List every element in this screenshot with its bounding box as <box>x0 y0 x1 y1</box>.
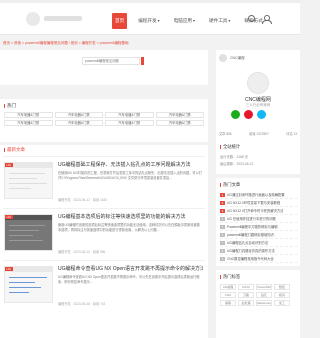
list-item[interactable]: 4 UG 在使用外挂进行中进行的问题 <box>220 215 298 223</box>
tag-chip[interactable]: 编程 <box>220 300 236 306</box>
tags-card: 热门标签 UG编程 NX12 PowerMill 数控 CNC 刀路 钻孔 模具… <box>216 270 300 338</box>
profile-card: CNC编程 CNC编程网 三人行必有我师 文章 856 阅读 1027857 评… <box>216 50 300 153</box>
weibo-icon[interactable] <box>244 110 253 119</box>
site-header: 首页 编程开发▾ 电脑应用▾ 硬件工具▾ 联系方式 <box>0 3 300 35</box>
logo-mark <box>26 12 40 26</box>
list-item[interactable]: 1 UG通过封闭环路进行画面以及精确配置 <box>220 191 298 199</box>
avatar[interactable] <box>247 72 269 94</box>
wechat-icon[interactable] <box>231 110 240 119</box>
article-meta: 编程开发 · 2023-06-10 · 阅读 986 <box>58 250 106 254</box>
search-icon[interactable] <box>248 15 256 23</box>
tag-chip[interactable]: 后处理 <box>238 300 254 306</box>
profile-stats: 文章 856 阅读 1027857 评论 13 <box>219 131 297 136</box>
nav-item-hardware[interactable]: 硬件工具▾ <box>206 13 233 29</box>
thumb-label: UG <box>5 163 13 167</box>
hot-tag[interactable]: 汽车电器&门禁 <box>105 112 154 118</box>
site-stats-card: 全站统计 运行天数：2168 天 最后更新：2023-06-12 <box>216 140 300 174</box>
site-logo[interactable] <box>26 11 86 27</box>
tag-chip[interactable]: PowerMill <box>256 284 272 290</box>
article-excerpt: 使用UG编程时设置的选项后标注等快速选项里的功能无法使用，这种情况可以先在模板中… <box>58 223 200 232</box>
nav-item-pc-apps[interactable]: 电脑应用▾ <box>171 13 198 29</box>
stat-line: 最后更新：2023-06-12 <box>220 162 254 166</box>
article-item[interactable]: UG UG编程命令查看UG NX Open语言开发跳不再提示命令的解决方法 UG… <box>3 260 205 310</box>
profile-name: CNC编程网 <box>245 97 271 103</box>
article-excerpt: 在使用NX UG时保存的工程，在重新打开后发现工序中的钻孔点缺失，出现无法插入点… <box>58 171 202 180</box>
latest-title: 最新文章 <box>4 147 25 153</box>
site-label: CNC编程 <box>230 55 245 60</box>
hot-tag[interactable]: 汽车电器&门禁 <box>155 120 204 126</box>
site-stats-title: 全站统计 <box>220 144 240 150</box>
hot-tag-grid: 汽车电器&门禁 汽车电器&门禁 汽车电器&门禁 汽车电器&门禁 汽车电器&门禁 … <box>4 112 204 126</box>
article-title[interactable]: UG编程基础工程保存、无法插入钻孔点的工序问题解决方法 <box>58 161 203 168</box>
tag-chip[interactable]: 加工 <box>274 300 290 306</box>
profile-subtitle: 三人行必有我师 <box>245 103 271 107</box>
latest-section: 最新文章 UG UG编程基础工程保存、无法插入钻孔点的工序问题解决方法 在使用N… <box>0 145 208 338</box>
search-input[interactable]: powermill编程常见问题 <box>82 57 140 65</box>
list-item[interactable]: 2 UG NX12.0环境变量下载与安装教程 <box>220 199 298 207</box>
tag-cloud: UG编程 NX12 PowerMill 数控 CNC 刀路 钻孔 模具 编程 后… <box>220 284 296 308</box>
article-title[interactable]: UG编程命令查看UG NX Open语言开发跳不再提示命令的解决方法 <box>58 265 203 272</box>
list-item[interactable]: 8 UG编程刀具路径仿真的操作方法 <box>220 247 298 255</box>
list-item[interactable]: 3 UG NX12.0打开命令时卡死的解决方法 <box>220 207 298 215</box>
tag-chip[interactable]: 数控 <box>274 284 290 290</box>
thumb-label: UG <box>5 215 13 219</box>
stat-views: 阅读 1027857 <box>249 132 269 136</box>
nav-item-programming[interactable]: 编程开发▾ <box>135 13 162 29</box>
hot-tag[interactable]: 汽车电器&门禁 <box>155 112 204 118</box>
search-panel: powermill编程常见问题 <box>0 50 208 85</box>
tag-chip[interactable]: 钻孔 <box>256 292 272 298</box>
stat-comments: 评论 13 <box>286 132 297 136</box>
hot-tag[interactable]: 汽车电器&门禁 <box>4 112 53 118</box>
list-item[interactable]: 6 powermill编程刀路修剪基础知识 <box>220 231 298 239</box>
article-thumbnail[interactable]: UG <box>4 214 53 251</box>
tags-title: 热门标签 <box>220 274 240 280</box>
hot-section: 热门 汽车电器&门禁 汽车电器&门禁 汽车电器&门禁 汽车电器&门禁 汽车电器&… <box>0 99 208 142</box>
tag-chip[interactable]: CNC <box>220 292 236 298</box>
chevron-down-icon: ▾ <box>193 18 196 23</box>
article-item[interactable]: UG UG编程基本选项后的标注等快速选项里的功能的解决方法 使用UG编程时设置的… <box>3 208 205 258</box>
user-icon[interactable] <box>262 15 272 24</box>
article-meta: 编程开发 · 2023-06-12 · 阅读 1526 <box>58 198 108 202</box>
chevron-down-icon: ▾ <box>228 18 231 23</box>
article-thumbnail[interactable]: UG <box>4 266 53 303</box>
breadcrumb-path: > 其他 > powermill编程编程常见问题 / 首页 > 编程开发 > p… <box>10 41 129 45</box>
article-item[interactable]: UG UG编程基础工程保存、无法插入钻孔点的工序问题解决方法 在使用NX UG时… <box>3 156 205 206</box>
tag-chip[interactable]: 刀路 <box>238 292 254 298</box>
nav-item-home[interactable]: 首页 <box>112 13 128 29</box>
chevron-down-icon: ▾ <box>157 18 160 23</box>
article-excerpt: UG编程命令查看UG NX Open语言开发跳不再提示命令，可以先在设置中开启提… <box>58 275 200 284</box>
breadcrumb-home[interactable]: 首页 <box>3 41 10 45</box>
stat-articles: 文章 856 <box>219 132 232 136</box>
hot-tag[interactable]: 汽车电器&门禁 <box>4 120 53 126</box>
hot-articles-card: 热门文章 1 UG通过封闭环路进行画面以及精确配置 2 UG NX12.0环境变量下… <box>216 178 300 266</box>
hot-articles-title: 热门文章 <box>220 182 240 188</box>
hot-articles-list: 1 UG通过封闭环路进行画面以及精确配置 2 UG NX12.0环境变量下载与安装教… <box>220 191 298 263</box>
article-title[interactable]: UG编程基本选项后的标注等快速选项里的功能的解决方法 <box>58 213 203 220</box>
search-button[interactable] <box>141 57 144 65</box>
hot-title: 热门 <box>4 103 16 109</box>
hot-tag[interactable]: 汽车电器&门禁 <box>105 120 154 126</box>
hot-tag[interactable]: 汽车电器&门禁 <box>54 112 103 118</box>
thumb-label: UG <box>5 267 13 271</box>
article-meta: 编程开发 · 2023-06-08 · 阅读 742 <box>58 302 106 306</box>
list-item[interactable]: 5 Powermill编程中刀路的修剪与编辑 <box>220 223 298 231</box>
hot-tag[interactable]: 汽车电器&门禁 <box>54 120 103 126</box>
tag-chip[interactable]: UG编程 <box>220 284 236 290</box>
list-item[interactable]: 9 CNC数控编程常用指令代码大全 <box>220 255 298 263</box>
logo-text <box>44 16 82 21</box>
social-links <box>231 110 270 119</box>
tag-chip[interactable]: NX12 <box>238 284 254 290</box>
tag-chip[interactable]: Mastercam <box>256 300 272 306</box>
stat-line: 运行天数：2168 天 <box>220 155 249 159</box>
list-item[interactable]: 7 UG编程钻孔点自动识别方法 <box>220 239 298 247</box>
article-thumbnail[interactable]: UG <box>4 162 53 199</box>
site-icon <box>219 54 227 62</box>
tag-chip[interactable]: 模具 <box>274 292 290 298</box>
qq-icon[interactable] <box>257 110 266 119</box>
breadcrumb: 首页 > 其他 > powermill编程编程常见问题 / 首页 > 编程开发 … <box>0 38 208 48</box>
